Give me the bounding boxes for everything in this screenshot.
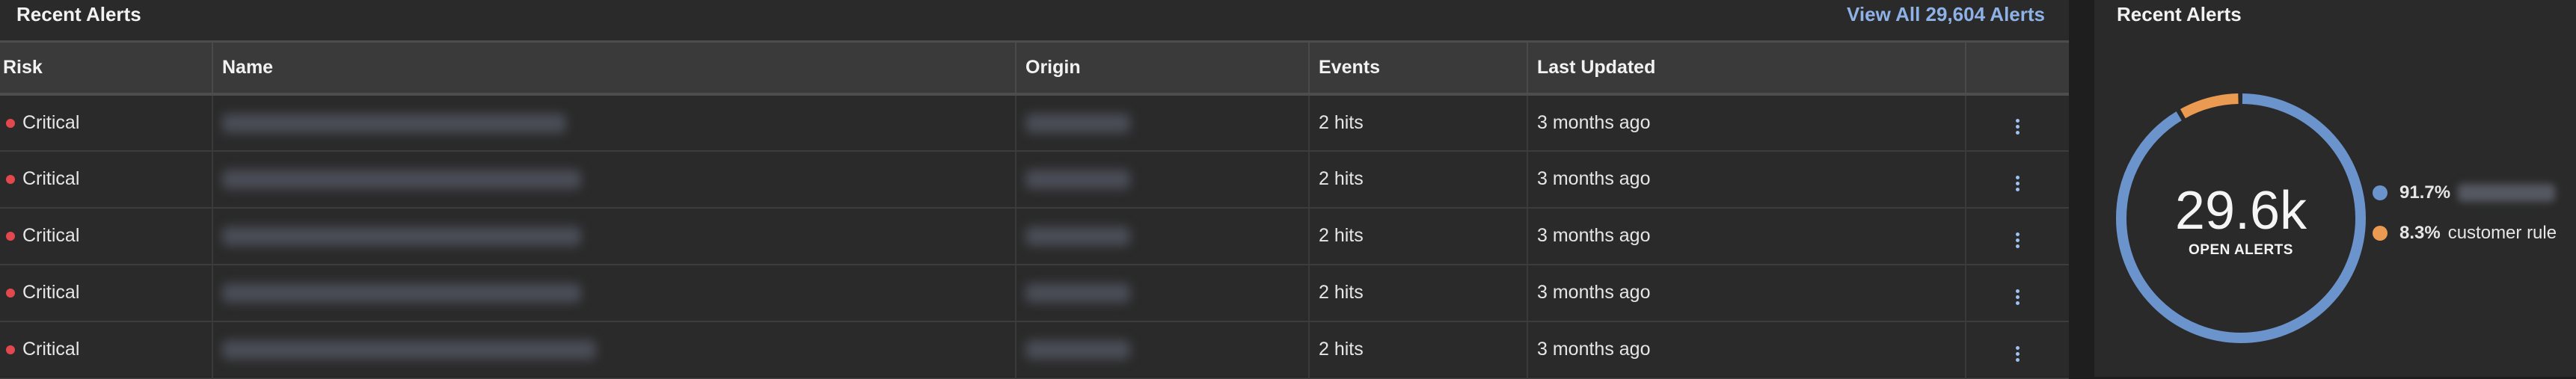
table-header-row: Risk Name Origin Events Last Updated bbox=[0, 40, 2069, 96]
more-options-icon[interactable] bbox=[2011, 114, 2024, 139]
more-options-icon[interactable] bbox=[2011, 228, 2024, 253]
view-all-alerts-link[interactable]: View All 29,604 Alerts bbox=[1847, 3, 2045, 26]
last-updated-cell: 3 months ago bbox=[1527, 207, 1966, 265]
panel-title: Recent Alerts bbox=[16, 3, 141, 25]
redacted-origin bbox=[1025, 113, 1130, 133]
column-header-last-updated[interactable]: Last Updated bbox=[1527, 40, 1966, 96]
legend-percent: 91.7% bbox=[2399, 182, 2451, 203]
risk-cell: Critical bbox=[0, 321, 213, 379]
redacted-name bbox=[222, 113, 566, 133]
legend-item[interactable]: 91.7% bbox=[2373, 179, 2557, 206]
donut-center: 29.6k OPEN ALERTS bbox=[2109, 87, 2373, 350]
origin-cell bbox=[1016, 150, 1310, 209]
risk-label: Critical bbox=[22, 111, 80, 133]
legend-item[interactable]: 8.3% customer rule bbox=[2373, 220, 2557, 247]
redacted-name bbox=[222, 340, 596, 360]
table-row[interactable]: Critical 2 hits 3 months ago bbox=[0, 207, 2069, 265]
table-row[interactable]: Critical 2 hits 3 months ago bbox=[0, 264, 2069, 322]
alert-name-cell[interactable] bbox=[212, 207, 1016, 265]
legend-label: customer rule bbox=[2447, 223, 2557, 243]
origin-cell bbox=[1016, 207, 1310, 265]
alerts-summary-panel: Recent Alerts 29.6k OPEN ALERTS 91.7% 8.… bbox=[2094, 0, 2576, 377]
row-actions-cell bbox=[1966, 150, 2069, 209]
alert-name-cell[interactable] bbox=[212, 321, 1016, 379]
column-header-name[interactable]: Name bbox=[212, 40, 1016, 96]
recent-alerts-panel: Recent Alerts View All 29,604 Alerts Ris… bbox=[0, 0, 2069, 379]
risk-label: Critical bbox=[22, 225, 80, 246]
row-actions-cell bbox=[1966, 93, 2069, 152]
column-header-actions bbox=[1966, 40, 2069, 96]
alerts-table: Risk Name Origin Events Last Updated Cri… bbox=[0, 40, 2069, 379]
events-cell: 2 hits bbox=[1309, 207, 1528, 265]
events-cell: 2 hits bbox=[1309, 321, 1528, 379]
open-alerts-donut-chart: 29.6k OPEN ALERTS bbox=[2109, 87, 2373, 350]
critical-dot-icon bbox=[6, 289, 15, 298]
legend-dot-icon bbox=[2373, 226, 2388, 241]
risk-cell: Critical bbox=[0, 264, 213, 322]
row-actions-cell bbox=[1966, 207, 2069, 265]
row-actions-cell bbox=[1966, 264, 2069, 322]
redacted-name bbox=[222, 170, 581, 190]
critical-dot-icon bbox=[6, 118, 15, 128]
total-open-alerts-label: OPEN ALERTS bbox=[2189, 242, 2293, 258]
column-header-origin[interactable]: Origin bbox=[1016, 40, 1310, 96]
total-open-alerts: 29.6k bbox=[2174, 181, 2307, 241]
redacted-origin bbox=[1025, 227, 1130, 247]
redacted-origin bbox=[1025, 170, 1130, 190]
critical-dot-icon bbox=[6, 175, 15, 185]
redacted-name bbox=[222, 227, 581, 247]
events-cell: 2 hits bbox=[1309, 264, 1528, 322]
table-row[interactable]: Critical 2 hits 3 months ago bbox=[0, 93, 2069, 152]
more-options-icon[interactable] bbox=[2011, 285, 2024, 309]
alert-name-cell[interactable] bbox=[212, 264, 1016, 322]
critical-dot-icon bbox=[6, 232, 15, 241]
legend-dot-icon bbox=[2373, 185, 2388, 200]
legend-percent: 8.3% bbox=[2399, 223, 2441, 243]
alert-name-cell[interactable] bbox=[212, 93, 1016, 152]
redacted-legend-label bbox=[2458, 184, 2556, 202]
table-row[interactable]: Critical 2 hits 3 months ago bbox=[0, 150, 2069, 209]
last-updated-cell: 3 months ago bbox=[1527, 93, 1966, 152]
origin-cell bbox=[1016, 264, 1310, 322]
column-header-events[interactable]: Events bbox=[1309, 40, 1528, 96]
origin-cell bbox=[1016, 93, 1310, 152]
risk-cell: Critical bbox=[0, 93, 213, 152]
last-updated-cell: 3 months ago bbox=[1527, 321, 1966, 379]
table-row[interactable]: Critical 2 hits 3 months ago bbox=[0, 321, 2069, 379]
redacted-name bbox=[222, 283, 581, 303]
risk-label: Critical bbox=[22, 168, 80, 189]
risk-cell: Critical bbox=[0, 150, 213, 209]
more-options-icon[interactable] bbox=[2011, 171, 2024, 196]
redacted-origin bbox=[1025, 283, 1130, 303]
origin-cell bbox=[1016, 321, 1310, 379]
events-cell: 2 hits bbox=[1309, 93, 1528, 152]
events-cell: 2 hits bbox=[1309, 150, 1528, 209]
alert-name-cell[interactable] bbox=[212, 150, 1016, 209]
summary-title: Recent Alerts bbox=[2117, 3, 2242, 25]
more-options-icon[interactable] bbox=[2011, 342, 2024, 366]
last-updated-cell: 3 months ago bbox=[1527, 150, 1966, 209]
risk-label: Critical bbox=[22, 339, 80, 360]
redacted-origin bbox=[1025, 340, 1130, 360]
column-header-risk[interactable]: Risk bbox=[0, 40, 213, 96]
risk-label: Critical bbox=[22, 282, 80, 303]
row-actions-cell bbox=[1966, 321, 2069, 379]
donut-legend: 91.7% 8.3% customer rule bbox=[2373, 179, 2557, 260]
last-updated-cell: 3 months ago bbox=[1527, 264, 1966, 322]
panel-header: Recent Alerts View All 29,604 Alerts bbox=[0, 0, 2069, 39]
critical-dot-icon bbox=[6, 345, 15, 355]
risk-cell: Critical bbox=[0, 207, 213, 265]
